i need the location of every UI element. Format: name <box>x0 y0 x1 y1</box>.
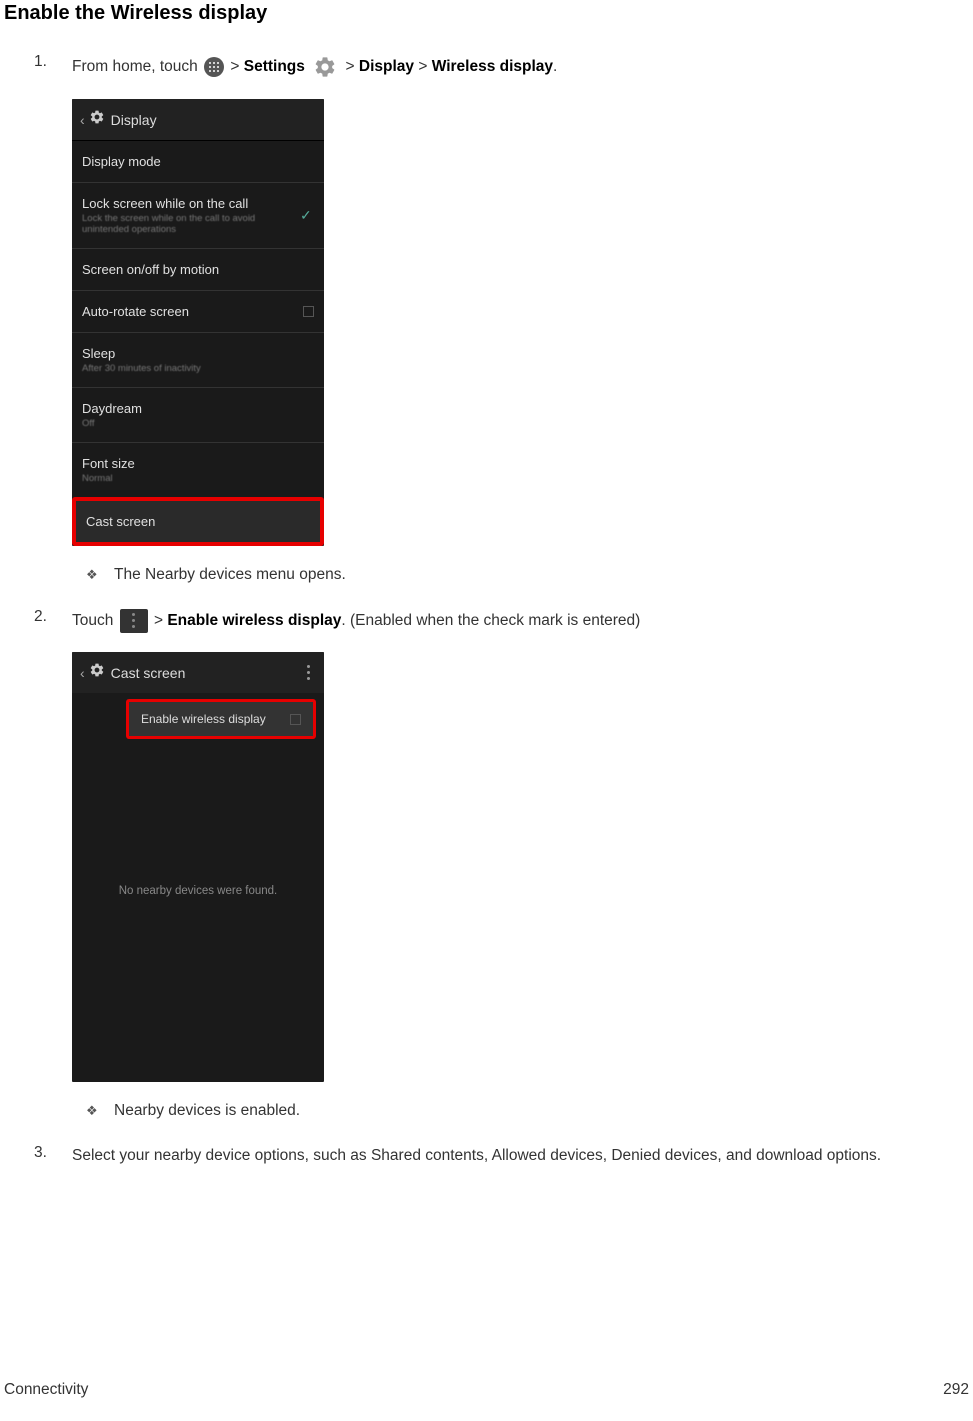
footer-section: Connectivity <box>4 1381 88 1399</box>
screenshot-display-settings: ‹ Display Display mode Lock screen while… <box>72 99 324 546</box>
ss1-daydream-sub: Off <box>82 418 314 429</box>
ss1-display-mode-label: Display mode <box>82 154 161 169</box>
step1-display: Display <box>359 58 414 75</box>
ss1-cast-screen-highlight: Cast screen <box>72 497 324 546</box>
overflow-dots-icon <box>307 665 310 680</box>
gear-icon <box>89 662 105 683</box>
ss2-no-devices-msg: No nearby devices were found. <box>119 885 278 897</box>
checkmark-icon <box>298 210 314 222</box>
step1-sep3: > <box>418 58 431 75</box>
settings-gear-icon <box>311 53 339 81</box>
ss1-daydream-title: Daydream <box>82 401 314 416</box>
step-2: Touch > Enable wireless display. (Enable… <box>34 608 973 1120</box>
screenshot-cast-screen: ‹ Cast screen Enable wireless display No… <box>72 652 324 1082</box>
page-title: Enable the Wireless display <box>0 2 973 25</box>
ss1-header-title: Display <box>111 112 157 128</box>
step1-period: . <box>553 58 557 75</box>
back-icon: ‹ <box>80 112 85 128</box>
checkbox-icon <box>290 714 301 725</box>
ss1-daydream-left: Daydream Off <box>82 401 314 429</box>
ss1-font-title: Font size <box>82 456 314 471</box>
step-3: Select your nearby device options, such … <box>34 1144 973 1168</box>
step1-wireless: Wireless display <box>432 58 553 75</box>
ss1-lock-left: Lock screen while on the call Lock the s… <box>82 196 298 235</box>
ss1-font-sub: Normal <box>82 473 314 484</box>
back-icon: ‹ <box>80 665 85 681</box>
ss1-font-size: Font size Normal <box>72 443 324 497</box>
overflow-menu-icon <box>120 609 148 633</box>
ss2-header: ‹ Cast screen <box>72 652 324 693</box>
ss1-sleep-left: Sleep After 30 minutes of inactivity <box>82 346 314 374</box>
bullet-nearby-enabled: Nearby devices is enabled. <box>86 1102 973 1120</box>
ss1-display-mode: Display mode <box>72 141 324 183</box>
footer-page-number: 292 <box>943 1381 969 1399</box>
apps-icon <box>204 57 224 77</box>
step1-sep1: > <box>230 58 243 75</box>
ss1-sleep-sub: After 30 minutes of inactivity <box>82 363 314 374</box>
ss1-rotate-label: Auto-rotate screen <box>82 304 189 319</box>
ss1-motion-label: Screen on/off by motion <box>82 262 219 277</box>
step-1: From home, touch > Settings > Display > … <box>34 53 973 584</box>
bullet-nearby-opens: The Nearby devices menu opens. <box>86 566 973 584</box>
ss1-lock-sub: Lock the screen while on the call to avo… <box>82 213 298 235</box>
ss2-header-left: ‹ Cast screen <box>80 662 185 683</box>
ss2-header-title: Cast screen <box>111 665 186 681</box>
ss1-auto-rotate: Auto-rotate screen <box>72 291 324 333</box>
ss1-font-left: Font size Normal <box>82 456 314 484</box>
page-footer: Connectivity 292 <box>4 1381 969 1399</box>
ss1-daydream: Daydream Off <box>72 388 324 443</box>
step-2-text: Touch > Enable wireless display. (Enable… <box>72 608 973 634</box>
ss2-popup-text: Enable wireless display <box>141 712 266 726</box>
ss1-sleep: Sleep After 30 minutes of inactivity <box>72 333 324 388</box>
step-1-text: From home, touch > Settings > Display > … <box>72 53 973 81</box>
ss2-popup-enable: Enable wireless display <box>126 699 316 739</box>
ss1-lock-title: Lock screen while on the call <box>82 196 298 211</box>
ss1-header: ‹ Display <box>72 99 324 141</box>
ss1-cast-label: Cast screen <box>86 514 310 529</box>
ss2-body: No nearby devices were found. <box>72 739 324 1082</box>
ss1-sleep-title: Sleep <box>82 346 314 361</box>
step2-sep: > <box>154 612 167 629</box>
step-3-text: Select your nearby device options, such … <box>72 1144 973 1168</box>
step1-settings: Settings <box>244 58 305 75</box>
step2-suffix: . (Enabled when the check mark is entere… <box>341 612 640 629</box>
step1-sep2: > <box>346 58 359 75</box>
gear-icon <box>89 109 105 130</box>
step2-prefix: Touch <box>72 612 118 629</box>
step2-enable: Enable wireless display <box>167 612 341 629</box>
step1-prefix: From home, touch <box>72 58 202 75</box>
instructions-list: From home, touch > Settings > Display > … <box>34 53 973 1168</box>
ss1-screen-motion: Screen on/off by motion <box>72 249 324 291</box>
checkbox-icon <box>303 306 314 317</box>
ss1-lock-screen: Lock screen while on the call Lock the s… <box>72 183 324 249</box>
